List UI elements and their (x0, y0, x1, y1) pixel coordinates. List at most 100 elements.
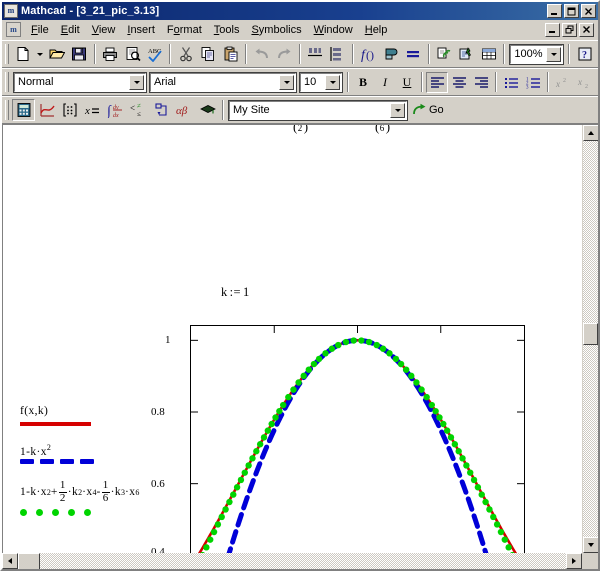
scroll-left-button[interactable] (2, 553, 18, 569)
menu-item-view[interactable]: View (86, 22, 122, 38)
horizontal-scrollbar[interactable] (2, 553, 598, 569)
align-left-button[interactable] (426, 71, 448, 93)
insert-hyperlink-button[interactable] (433, 43, 456, 65)
toolbar-grip[interactable] (5, 72, 9, 92)
calculate-button[interactable] (402, 43, 425, 65)
scroll-right-button[interactable] (566, 553, 582, 569)
greek-toolbar-button[interactable]: αβ (173, 99, 196, 121)
maximize-button[interactable] (564, 4, 579, 18)
svg-text:x: x (84, 105, 90, 117)
menu-item-symbolics[interactable]: Symbolics (245, 22, 307, 38)
web-address-combo[interactable]: My Site (228, 99, 408, 121)
toolbar-grip[interactable] (5, 100, 9, 120)
worksheet-page[interactable]: (2 ) (6 ) k:= 1 f(x,k) 1-k·x2 1-k·x 2 +1 (2, 125, 582, 553)
xy-plot[interactable] (190, 325, 525, 553)
font-size-combo[interactable]: 10 (299, 71, 343, 93)
italic-button[interactable]: I (374, 72, 396, 93)
help-button[interactable]: ? (573, 43, 596, 65)
legend-fraction-half-den: 2 (59, 491, 66, 504)
font-value: Arial (154, 76, 177, 88)
calculator-toolbar-button[interactable] (12, 99, 35, 121)
superscript-button[interactable]: x2 (552, 72, 574, 93)
align-center-button[interactable] (448, 72, 470, 93)
cut-button[interactable] (174, 43, 197, 65)
align-right-button[interactable] (470, 72, 492, 93)
horizontal-scroll-track[interactable] (18, 553, 566, 569)
component-wizard-button[interactable] (455, 43, 478, 65)
spell-check-button[interactable]: ABC (144, 43, 167, 65)
calculus-toolbar-button[interactable]: ∫ dy dx (104, 99, 127, 121)
legend-label-1: f(x,k) (20, 405, 49, 417)
mdi-restore-button[interactable] (562, 22, 577, 37)
print-button[interactable] (99, 43, 122, 65)
insert-function-button[interactable]: f () (357, 43, 380, 65)
matrix-toolbar-button[interactable] (58, 99, 81, 121)
bold-button[interactable]: B (352, 72, 374, 93)
style-combo[interactable]: Normal (13, 71, 147, 93)
underline-button[interactable]: U (396, 72, 418, 93)
italic-label: I (383, 74, 387, 89)
redo-button[interactable] (273, 43, 296, 65)
numbered-list-button[interactable]: 1 2 3 (522, 72, 544, 93)
horizontal-scroll-thumb[interactable] (18, 553, 40, 569)
vertical-scroll-track[interactable] (583, 141, 598, 537)
save-button[interactable] (68, 43, 91, 65)
zoom-dropdown-arrow[interactable] (546, 46, 562, 62)
window-title: Mathcad - [3_21_pic_3.13] (21, 5, 160, 17)
mathcad-icon: m (4, 4, 18, 18)
open-button[interactable] (45, 43, 68, 65)
font-size-dropdown-arrow[interactable] (325, 74, 340, 90)
insert-matrix-button[interactable] (478, 43, 501, 65)
svg-text:(): () (366, 48, 374, 62)
menu-item-window[interactable]: Window (308, 22, 359, 38)
new-document-dropdown[interactable] (35, 43, 46, 65)
web-address-dropdown-arrow[interactable] (390, 102, 405, 118)
legend-label-3-p12: ·k (110, 486, 122, 499)
evaluation-toolbar-button[interactable]: x (81, 99, 104, 121)
align-down-button[interactable] (326, 43, 349, 65)
minimize-button[interactable] (547, 4, 562, 18)
menu-item-file[interactable]: File (25, 22, 55, 38)
mdi-close-button[interactable] (579, 22, 594, 37)
y-tick-label-06: 0.6 (151, 478, 165, 490)
scroll-down-button[interactable] (583, 537, 598, 553)
menu-item-insert[interactable]: Insert (121, 22, 161, 38)
print-preview-button[interactable] (121, 43, 144, 65)
boolean-toolbar-button[interactable]: < ≠ ≤ (127, 99, 150, 121)
new-document-button[interactable] (12, 43, 35, 65)
svg-text:?: ? (582, 50, 587, 61)
symbolic-toolbar-button[interactable] (196, 99, 219, 121)
style-dropdown-arrow[interactable] (129, 74, 144, 90)
paste-button[interactable] (220, 43, 243, 65)
scrollbar-corner (582, 553, 598, 569)
close-button[interactable] (581, 4, 596, 18)
menu-item-help[interactable]: Help (359, 22, 394, 38)
font-dropdown-arrow[interactable] (279, 74, 294, 90)
programming-toolbar-button[interactable] (150, 99, 173, 121)
bullet-list-button[interactable] (500, 72, 522, 93)
copy-button[interactable] (197, 43, 220, 65)
document-client-area: (2 ) (6 ) k:= 1 f(x,k) 1-k·x2 1-k·x 2 +1 (2, 124, 598, 553)
menu-item-tools[interactable]: Tools (208, 22, 246, 38)
subscript-button[interactable]: x2 (574, 72, 596, 93)
menu-item-edit[interactable]: Edit (55, 22, 86, 38)
scroll-up-button[interactable] (583, 125, 598, 141)
toolbar-grip[interactable] (5, 44, 9, 64)
green-dotted-line-swatch (20, 509, 91, 516)
go-button[interactable]: Go (409, 100, 449, 121)
graph-toolbar-button[interactable] (35, 99, 58, 121)
assignment-region[interactable]: k:= 1 (221, 285, 250, 300)
mdi-minimize-button[interactable] (545, 22, 560, 37)
legend-fraction-sixth: 16 (101, 479, 110, 504)
align-across-button[interactable] (304, 43, 327, 65)
insert-unit-button[interactable] (379, 43, 402, 65)
menu-item-format[interactable]: Format (161, 22, 208, 38)
math-web-toolbar: x ∫ dy dx < ≠ ≤ αβ My Site Go (2, 96, 598, 124)
undo-button[interactable] (250, 43, 273, 65)
vertical-scrollbar[interactable] (582, 125, 598, 553)
document-icon[interactable]: m (6, 22, 21, 37)
vertical-scroll-thumb[interactable] (583, 323, 598, 345)
font-combo[interactable]: Arial (149, 71, 297, 93)
legend-label-3-p7: ·x (82, 486, 93, 499)
zoom-combo[interactable]: 100% (509, 43, 565, 65)
